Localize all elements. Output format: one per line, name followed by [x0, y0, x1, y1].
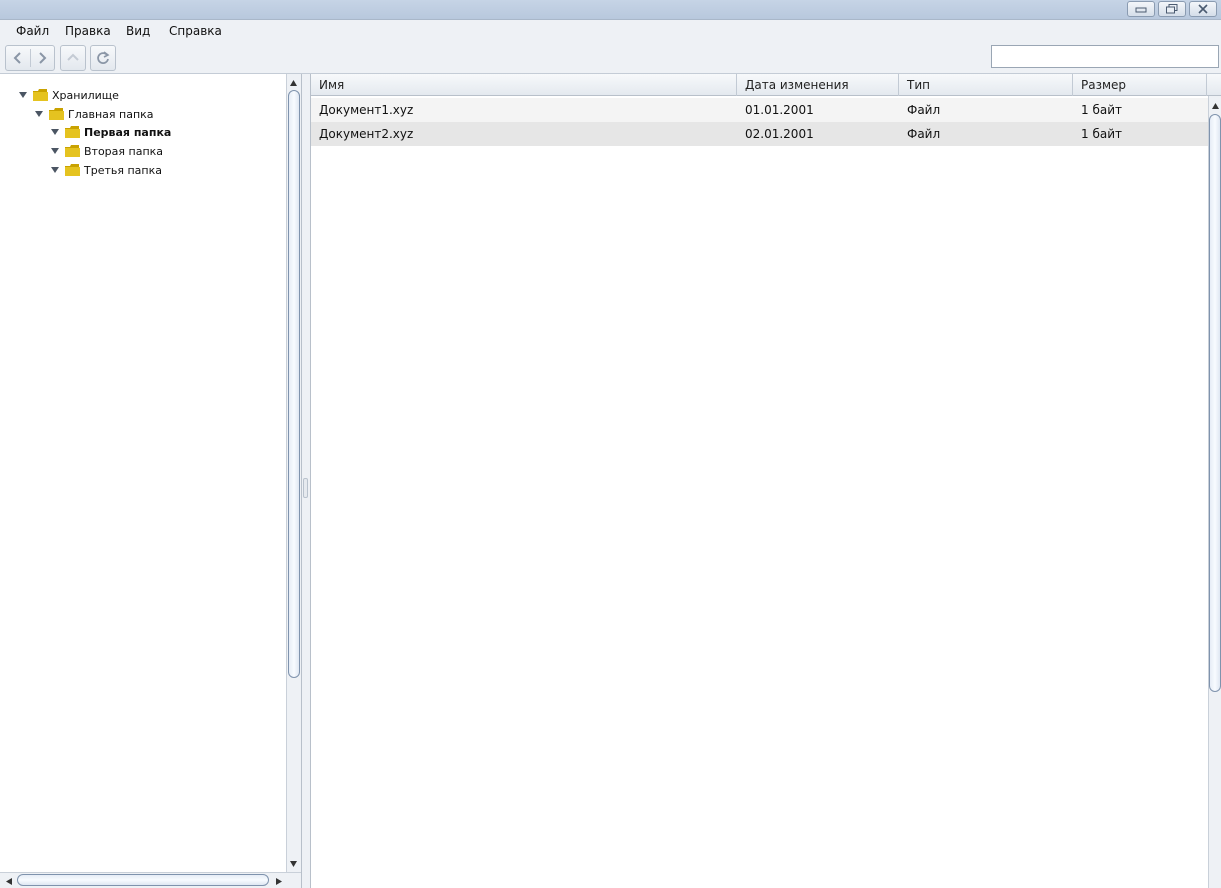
cell-name: Документ2.xyz [319, 127, 414, 141]
table-vscroll-thumb[interactable] [1209, 114, 1221, 692]
scroll-up-arrow-icon[interactable] [287, 76, 300, 89]
refresh-icon [97, 51, 110, 64]
expand-arrow-icon[interactable] [18, 92, 28, 98]
expand-arrow-icon[interactable] [34, 111, 44, 117]
close-button[interactable] [1189, 1, 1217, 17]
menu-help[interactable]: Справка [169, 23, 222, 39]
toolbar [0, 42, 1221, 74]
back-icon [13, 52, 21, 64]
table-row[interactable]: Документ2.xyz 02.01.2001 Файл 1 байт [311, 122, 1208, 146]
tree-node-first-folder[interactable]: Первая папка [50, 123, 171, 141]
tree-vertical-scrollbar[interactable] [286, 74, 301, 872]
cell-type: Файл [907, 103, 941, 117]
tree-node-root[interactable]: Хранилище [18, 86, 119, 104]
tree-node-second-folder[interactable]: Вторая папка [50, 142, 163, 160]
folder-icon [49, 108, 64, 120]
expand-arrow-icon[interactable] [50, 129, 60, 135]
cell-date: 01.01.2001 [745, 103, 814, 117]
tree-label-third-folder: Третья папка [84, 163, 162, 177]
column-header-name[interactable]: Имя [311, 74, 737, 96]
minimize-button[interactable] [1127, 1, 1155, 17]
cell-size: 1 байт [1081, 103, 1122, 117]
folder-icon [33, 89, 48, 101]
up-icon [67, 53, 79, 61]
file-table-panel: Имя Дата изменения Тип Размер Документ1.… [310, 74, 1221, 888]
folder-icon [65, 164, 80, 176]
nav-button-group [5, 45, 55, 71]
cell-date: 02.01.2001 [745, 127, 814, 141]
tree-hscroll-thumb[interactable] [17, 874, 269, 886]
up-button[interactable] [60, 45, 86, 71]
table-row[interactable]: Документ1.xyz 01.01.2001 Файл 1 байт [311, 98, 1208, 122]
menu-file[interactable]: Файл [16, 23, 49, 39]
refresh-button[interactable] [90, 45, 116, 71]
scroll-right-arrow-icon[interactable] [272, 875, 285, 888]
scroll-up-arrow-icon[interactable] [1209, 99, 1221, 112]
tree-label-second-folder: Вторая папка [84, 144, 164, 158]
folder-tree-panel: Хранилище Главная папка Первая папка Вто… [0, 74, 302, 888]
forward-icon [39, 52, 47, 64]
table-header: Имя Дата изменения Тип Размер [311, 74, 1221, 96]
tree-node-third-folder[interactable]: Третья папка [50, 161, 162, 179]
title-bar [0, 0, 1221, 20]
minimize-icon [1135, 7, 1147, 13]
menu-edit[interactable]: Правка [65, 23, 111, 39]
cell-size: 1 байт [1081, 127, 1122, 141]
splitter-grip-icon[interactable] [303, 478, 308, 498]
forward-button[interactable] [31, 46, 55, 70]
restore-icon [1166, 4, 1178, 14]
tree-label-first-folder: Первая папка [84, 125, 172, 139]
folder-icon [65, 126, 80, 138]
back-button[interactable] [6, 46, 30, 70]
scroll-left-arrow-icon[interactable] [2, 875, 15, 888]
expand-arrow-icon[interactable] [50, 167, 60, 173]
column-header-size[interactable]: Размер [1073, 74, 1207, 96]
column-header-date[interactable]: Дата изменения [737, 74, 899, 96]
tree-horizontal-scrollbar[interactable] [0, 872, 301, 888]
menu-bar: Файл Правка Вид Справка [0, 20, 1221, 42]
menu-view[interactable]: Вид [126, 23, 150, 39]
cell-type: Файл [907, 127, 941, 141]
tree-label-main-folder: Главная папка [68, 107, 154, 121]
tree-node-main-folder[interactable]: Главная папка [34, 105, 154, 123]
folder-icon [65, 145, 80, 157]
tree-vscroll-thumb[interactable] [288, 90, 300, 678]
restore-button[interactable] [1158, 1, 1186, 17]
scroll-down-arrow-icon[interactable] [287, 857, 300, 870]
cell-name: Документ1.xyz [319, 103, 414, 117]
table-vertical-scrollbar[interactable] [1208, 96, 1221, 888]
expand-arrow-icon[interactable] [50, 148, 60, 154]
column-header-type[interactable]: Тип [899, 74, 1073, 96]
search-input[interactable] [991, 45, 1219, 68]
tree-label-root: Хранилище [52, 88, 119, 102]
close-icon [1198, 4, 1208, 14]
